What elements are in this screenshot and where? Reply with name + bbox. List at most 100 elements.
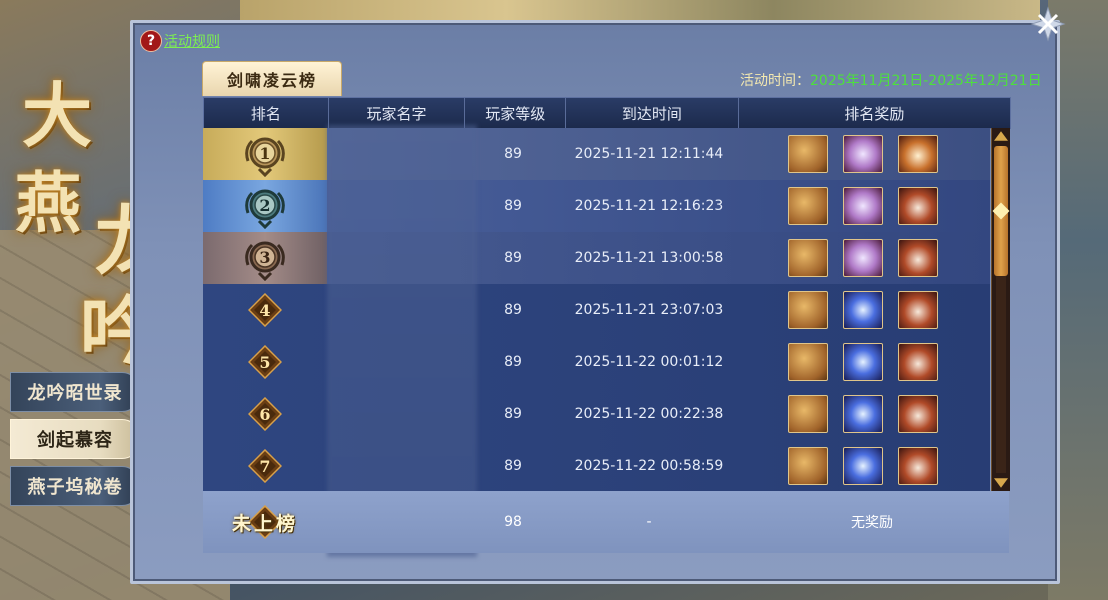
side-tab-longyin[interactable]: 龙吟昭世录 — [10, 372, 140, 412]
my-rank-row: 未上榜 98 - 无奖励 — [203, 491, 1009, 553]
player-level: 89 — [504, 198, 522, 214]
my-level: 98 — [504, 514, 522, 530]
rank-number: 7 — [259, 457, 270, 476]
chest-icon[interactable] — [897, 187, 938, 225]
rank-diamond-icon: 7 — [248, 449, 282, 483]
rank-number: 3 — [259, 248, 270, 267]
rank-diamond-icon: 6 — [248, 397, 282, 431]
book-icon[interactable] — [787, 395, 828, 433]
header-rank: 排名 — [204, 98, 329, 128]
header-player-level: 玩家等级 — [465, 98, 567, 128]
arrival-time: 2025-11-21 13:00:58 — [574, 250, 724, 266]
fan-icon[interactable] — [842, 291, 883, 329]
help-rules[interactable]: ? 活动规则 — [140, 30, 220, 52]
chest-icon[interactable] — [897, 395, 938, 433]
table-scrollbar[interactable] — [991, 128, 1010, 491]
rank-number: 5 — [259, 353, 270, 372]
tab-leaderboard[interactable]: 剑啸凌云榜 — [202, 61, 342, 96]
reward-list — [735, 447, 990, 485]
player-level: 89 — [504, 302, 522, 318]
arrival-time: 2025-11-22 00:58:59 — [574, 458, 724, 474]
header-player-name: 玩家名字 — [329, 98, 466, 128]
table-row: 3 89 2025-11-21 13:00:58 — [203, 232, 990, 285]
event-time: 活动时间：2025年11月21日-2025年12月21日 — [740, 70, 1042, 90]
book-icon[interactable] — [787, 239, 828, 277]
reward-list — [735, 239, 990, 277]
rank-cell: 4 — [203, 284, 327, 336]
player-level: 89 — [504, 458, 522, 474]
fan-icon[interactable] — [842, 239, 883, 277]
table-body: 1 89 2025-11-21 12:11:44 2 89 2025-11-21… — [203, 128, 990, 491]
fan-icon[interactable] — [842, 135, 883, 173]
scroll-up-icon[interactable] — [994, 131, 1008, 141]
rank-number: 6 — [259, 405, 270, 424]
rank-cell: 2 — [203, 180, 327, 232]
game-title-char: 大 — [22, 74, 92, 157]
rank-cell: 1 — [203, 128, 327, 180]
chest-icon[interactable] — [897, 447, 938, 485]
arrival-time: 2025-11-21 23:07:03 — [574, 302, 724, 318]
leaderboard-table: 排名 玩家名字 玩家等级 到达时间 排名奖励 1 89 2025-11-21 1… — [203, 97, 1011, 557]
my-arrival-time: - — [646, 514, 652, 530]
close-icon[interactable] — [1030, 6, 1066, 42]
player-level: 89 — [504, 146, 522, 162]
table-row: 2 89 2025-11-21 12:16:23 — [203, 180, 990, 233]
table-row: 1 89 2025-11-21 12:11:44 — [203, 128, 990, 181]
bronze-medal-icon: 3 — [245, 241, 285, 281]
fan-icon[interactable] — [842, 187, 883, 225]
header-rank-reward: 排名奖励 — [844, 104, 905, 123]
scroll-down-icon[interactable] — [994, 478, 1008, 488]
question-icon[interactable]: ? — [140, 30, 162, 52]
table-row: 6 89 2025-11-22 00:22:38 — [203, 388, 990, 441]
reward-list — [735, 343, 990, 381]
event-time-label: 活动时间： — [740, 73, 810, 89]
rank-number: 2 — [259, 196, 270, 215]
rank-diamond-icon: 5 — [248, 345, 282, 379]
rank-number: 1 — [259, 144, 270, 163]
event-time-value: 2025年11月21日-2025年12月21日 — [810, 73, 1042, 89]
table-row: 5 89 2025-11-22 00:01:12 — [203, 336, 990, 389]
my-rank-cell: 未上榜 — [203, 505, 327, 539]
player-level: 89 — [504, 406, 522, 422]
arrival-time: 2025-11-22 00:01:12 — [574, 354, 724, 370]
silver-medal-icon: 2 — [245, 189, 285, 229]
header-arrival-time: 到达时间 — [566, 98, 739, 128]
chest-icon[interactable] — [897, 239, 938, 277]
table-row: 7 89 2025-11-22 00:58:59 — [203, 440, 990, 491]
side-tab-yanziwu[interactable]: 燕子坞秘卷 — [10, 466, 140, 506]
gold-medal-icon: 1 — [245, 137, 285, 177]
my-reward: 无奖励 — [851, 515, 893, 531]
rank-cell: 3 — [203, 232, 327, 284]
fan-icon[interactable] — [842, 447, 883, 485]
rank-cell: 6 — [203, 388, 327, 440]
reward-list — [735, 187, 990, 225]
reward-list — [735, 291, 990, 329]
background-top — [240, 0, 1040, 22]
arrival-time: 2025-11-21 12:16:23 — [574, 198, 724, 214]
arrival-time: 2025-11-21 12:11:44 — [574, 146, 724, 162]
game-title-char: 燕 — [15, 164, 81, 242]
book-icon[interactable] — [787, 135, 828, 173]
my-rank-label: 未上榜 — [231, 512, 298, 535]
chest-icon[interactable] — [897, 135, 938, 173]
book-icon[interactable] — [787, 187, 828, 225]
fan-icon[interactable] — [842, 343, 883, 381]
rules-link[interactable]: 活动规则 — [164, 31, 220, 51]
player-level: 89 — [504, 250, 522, 266]
rank-cell: 5 — [203, 336, 327, 388]
table-row: 4 89 2025-11-21 23:07:03 — [203, 284, 990, 337]
book-icon[interactable] — [787, 291, 828, 329]
rank-number: 4 — [259, 301, 270, 320]
reward-list — [735, 395, 990, 433]
chest-icon[interactable] — [897, 343, 938, 381]
reward-list — [735, 135, 990, 173]
book-icon[interactable] — [787, 343, 828, 381]
rank-diamond-icon: 4 — [248, 293, 282, 327]
book-icon[interactable] — [787, 447, 828, 485]
fan-icon[interactable] — [842, 395, 883, 433]
rank-cell: 7 — [203, 440, 327, 491]
player-level: 89 — [504, 354, 522, 370]
arrival-time: 2025-11-22 00:22:38 — [574, 406, 724, 422]
side-tab-jianqi[interactable]: 剑起慕容 — [10, 419, 140, 459]
chest-icon[interactable] — [897, 291, 938, 329]
